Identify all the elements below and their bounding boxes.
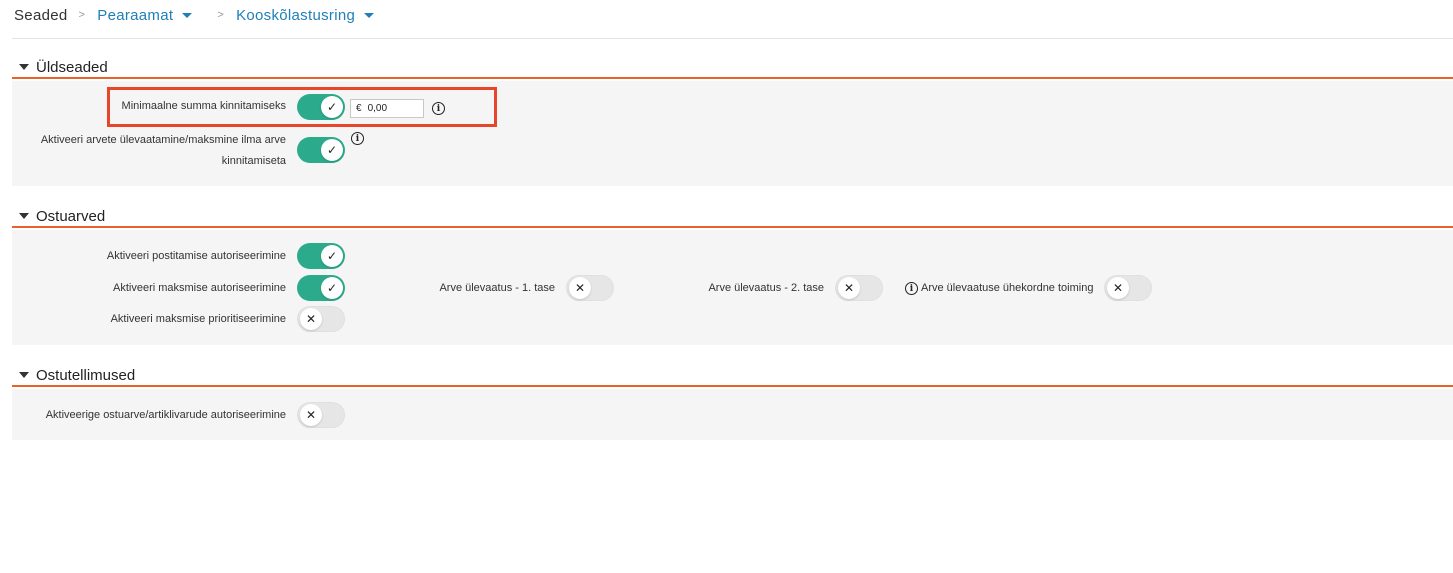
close-icon: ✕ — [300, 308, 322, 330]
min-sum-toggle[interactable]: ✓ — [297, 94, 345, 120]
review-level1-label: Arve ülevaatus - 1. tase — [439, 282, 555, 294]
breadcrumb-pearaamat-dropdown[interactable]: Pearaamat — [97, 6, 193, 24]
review-level1-toggle[interactable]: ✕ — [566, 275, 614, 301]
section-header-purchase-orders[interactable]: Ostutellimused — [12, 365, 1453, 387]
info-icon[interactable]: i — [905, 282, 918, 295]
order-auth-toggle[interactable]: ✕ — [297, 402, 345, 428]
posting-auth-label: Aktiveeri postitamise autoriseerimine — [106, 250, 286, 262]
close-icon: ✕ — [838, 277, 860, 299]
info-icon[interactable]: i — [351, 132, 364, 145]
section-title: Ostutellimused — [36, 366, 136, 384]
breadcrumb-kooskolastusring-label: Kooskõlastusring — [236, 6, 356, 24]
check-icon: ✓ — [321, 139, 343, 161]
section-title: Üldseaded — [36, 58, 108, 76]
min-sum-amount-input[interactable] — [367, 103, 418, 114]
review-without-approval-label: Aktiveeri arvete ülevaatamine/maksmine i… — [40, 134, 286, 167]
breadcrumb-separator: > — [217, 9, 225, 21]
review-once-label: Arve ülevaatuse ühekordne toiming — [921, 282, 1094, 294]
payment-auth-label: Aktiveeri maksmise autoriseerimine — [113, 282, 286, 294]
collapse-caret-icon[interactable] — [19, 64, 29, 70]
posting-auth-toggle[interactable]: ✓ — [297, 243, 345, 269]
min-sum-amount-field[interactable]: € — [350, 99, 424, 118]
chevron-down-icon — [364, 12, 375, 18]
order-auth-label: Aktiveerige ostuarve/artiklivarude autor… — [45, 409, 286, 421]
section-header-purchase-invoices[interactable]: Ostuarved — [12, 206, 1453, 228]
breadcrumb-root[interactable]: Seaded — [14, 7, 68, 24]
close-icon: ✕ — [300, 404, 322, 426]
divider — [12, 38, 1453, 39]
review-level2-toggle[interactable]: ✕ — [835, 275, 883, 301]
breadcrumb: Seaded > Pearaamat > Kooskõlastusring — [14, 4, 375, 26]
close-icon: ✕ — [569, 277, 591, 299]
section-title: Ostuarved — [36, 207, 106, 225]
min-sum-label: Minimaalne summa kinnitamiseks — [121, 100, 286, 112]
info-icon[interactable]: i — [432, 102, 445, 115]
payment-priority-label: Aktiveeri maksmise prioritiseerimine — [110, 313, 286, 325]
breadcrumb-kooskolastusring-dropdown[interactable]: Kooskõlastusring — [236, 6, 375, 24]
section-header-general[interactable]: Üldseaded — [12, 57, 1453, 79]
review-without-approval-toggle[interactable]: ✓ — [297, 137, 345, 163]
check-icon: ✓ — [321, 96, 343, 118]
payment-priority-toggle[interactable]: ✕ — [297, 306, 345, 332]
review-once-toggle[interactable]: ✕ — [1104, 275, 1152, 301]
check-icon: ✓ — [321, 245, 343, 267]
check-icon: ✓ — [321, 277, 343, 299]
currency-symbol: € — [356, 103, 362, 114]
close-icon: ✕ — [1107, 277, 1129, 299]
breadcrumb-separator: > — [78, 9, 86, 21]
collapse-caret-icon[interactable] — [19, 213, 29, 219]
breadcrumb-pearaamat-label: Pearaamat — [97, 6, 174, 24]
review-level2-label: Arve ülevaatus - 2. tase — [708, 282, 824, 294]
payment-auth-toggle[interactable]: ✓ — [297, 275, 345, 301]
collapse-caret-icon[interactable] — [19, 372, 29, 378]
chevron-down-icon — [182, 12, 193, 18]
